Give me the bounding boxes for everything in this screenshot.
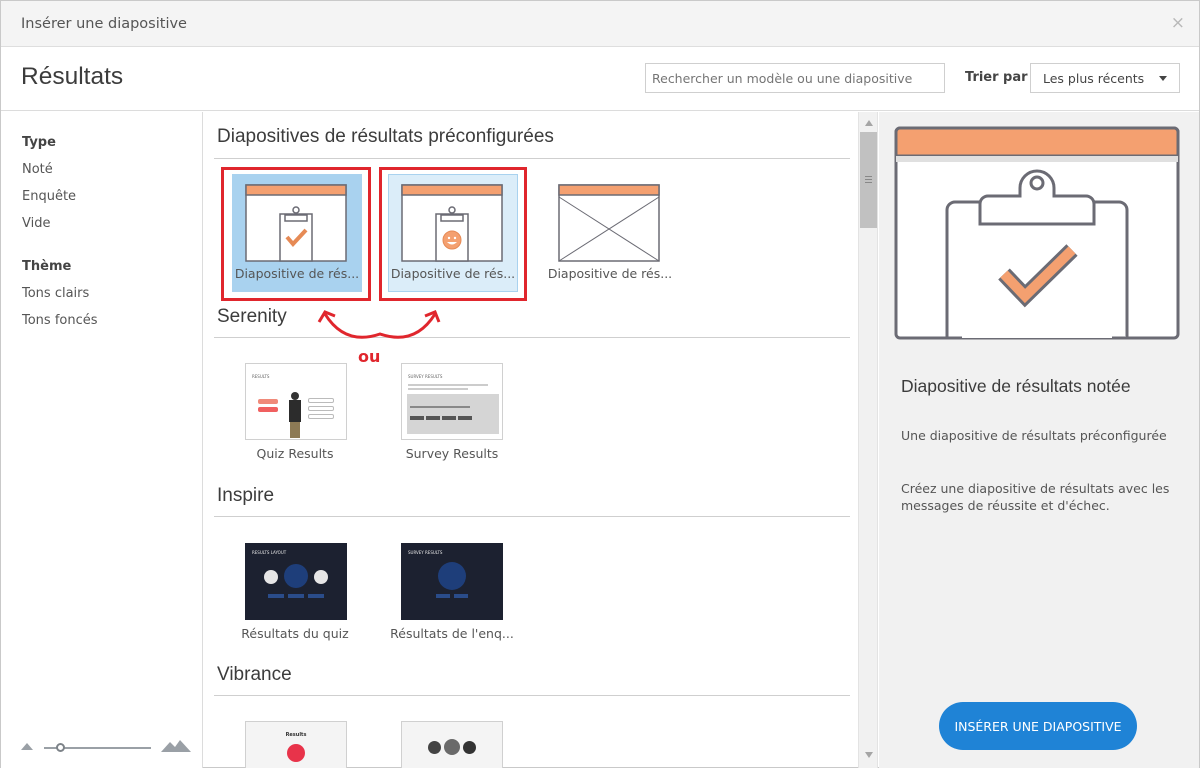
annotation-label: ou xyxy=(358,347,381,366)
filter-type-blank[interactable]: Vide xyxy=(22,216,50,231)
section-title-inspire: Inspire xyxy=(217,485,275,506)
thumbnail: Results xyxy=(245,721,347,768)
scrollbar-thumb[interactable] xyxy=(860,132,877,228)
template-vibrance-quiz[interactable]: Results xyxy=(227,720,363,768)
sort-value: Les plus récents xyxy=(1043,71,1145,86)
section-title-serenity: Serenity xyxy=(217,306,287,327)
chevron-down-icon xyxy=(1159,76,1167,81)
section-divider xyxy=(214,695,850,696)
template-serenity-quiz[interactable]: RESULTS Quiz Results xyxy=(227,362,363,462)
template-vibrance-survey[interactable] xyxy=(384,720,520,768)
template-inspire-quiz[interactable]: RESULTS LAYOUT Résultats du quiz xyxy=(227,542,363,642)
sort-dropdown[interactable]: Les plus récents xyxy=(1030,63,1180,93)
scroll-down-icon[interactable] xyxy=(865,752,873,758)
slider-handle[interactable] xyxy=(56,743,65,752)
annotation-frame-2 xyxy=(379,167,527,301)
section-divider xyxy=(214,158,850,159)
large-mountain-icon xyxy=(161,740,191,752)
page-title: Résultats xyxy=(21,63,124,90)
thumb-title: RESULTS LAYOUT xyxy=(252,550,287,555)
search-input[interactable] xyxy=(645,63,945,93)
filter-sidebar: Type Noté Enquête Vide Thème Tons clairs… xyxy=(1,112,203,768)
tile-caption: Diapositive de rés... xyxy=(547,266,673,281)
thumbnail-size-slider[interactable] xyxy=(21,740,191,754)
clipboard-check-icon xyxy=(894,126,1180,340)
theme-group-title: Thème xyxy=(22,259,72,274)
sort-label: Trier par : xyxy=(965,70,1038,85)
header: Résultats Trier par : Les plus récents xyxy=(1,48,1199,111)
preview-title: Diapositive de résultats notée xyxy=(901,376,1131,396)
tile-caption: Survey Results xyxy=(405,446,499,461)
window-title: Insérer une diapositive xyxy=(21,16,187,32)
blank-slide-icon xyxy=(558,184,660,262)
template-inspire-survey[interactable]: SURVEY RESULTS Résultats de l'enq... xyxy=(384,542,520,642)
thumbnail: SURVEY RESULTS xyxy=(401,543,503,620)
section-divider xyxy=(214,337,850,338)
template-serenity-survey[interactable]: SURVEY RESULTS Survey Results xyxy=(384,362,520,462)
gallery-scrollbar[interactable] xyxy=(858,112,878,768)
template-blank-results[interactable]: Diapositive de rés... xyxy=(542,171,678,301)
thumb-title: RESULTS xyxy=(252,374,270,379)
section-title-vibrance: Vibrance xyxy=(217,664,292,685)
title-bar: Insérer une diapositive × xyxy=(1,1,1199,47)
small-mountain-icon xyxy=(21,743,33,750)
tile-caption: Résultats du quiz xyxy=(241,626,349,641)
grip-icon xyxy=(865,176,872,183)
tile-caption: Résultats de l'enq... xyxy=(390,626,514,641)
section-divider xyxy=(214,516,850,517)
close-icon[interactable]: × xyxy=(1171,13,1185,33)
annotation-frame-1 xyxy=(221,167,371,301)
insert-slide-button[interactable]: INSÉRER UNE DIAPOSITIVE xyxy=(939,702,1137,750)
double-arrow-annotation xyxy=(317,310,441,339)
filter-theme-light[interactable]: Tons clairs xyxy=(22,286,89,301)
thumb-title: SURVEY RESULTS xyxy=(408,374,443,379)
filter-theme-dark[interactable]: Tons foncés xyxy=(22,313,98,328)
type-group-title: Type xyxy=(22,135,56,150)
tile-caption: Quiz Results xyxy=(256,446,334,461)
thumbnail: RESULTS xyxy=(245,363,347,440)
thumb-title: SURVEY RESULTS xyxy=(408,550,443,555)
filter-type-noted[interactable]: Noté xyxy=(22,162,53,177)
thumb-title: Results xyxy=(285,732,307,738)
filter-type-survey[interactable]: Enquête xyxy=(22,189,76,204)
section-title-preconfigured: Diapositives de résultats préconfigurées xyxy=(217,126,554,147)
template-gallery: Diapositives de résultats préconfigurées… xyxy=(204,112,858,768)
preview-subtitle: Une diapositive de résultats préconfigur… xyxy=(901,428,1167,443)
thumbnail: RESULTS LAYOUT xyxy=(245,543,347,620)
preview-description: Créez une diapositive de résultats avec … xyxy=(901,481,1170,513)
insert-slide-dialog: Insérer une diapositive × Résultats Trie… xyxy=(0,0,1200,768)
scroll-up-icon[interactable] xyxy=(865,120,873,126)
thumbnail xyxy=(401,721,503,768)
thumbnail: SURVEY RESULTS xyxy=(401,363,503,440)
preview-panel: Diapositive de résultats notée Une diapo… xyxy=(879,112,1199,768)
